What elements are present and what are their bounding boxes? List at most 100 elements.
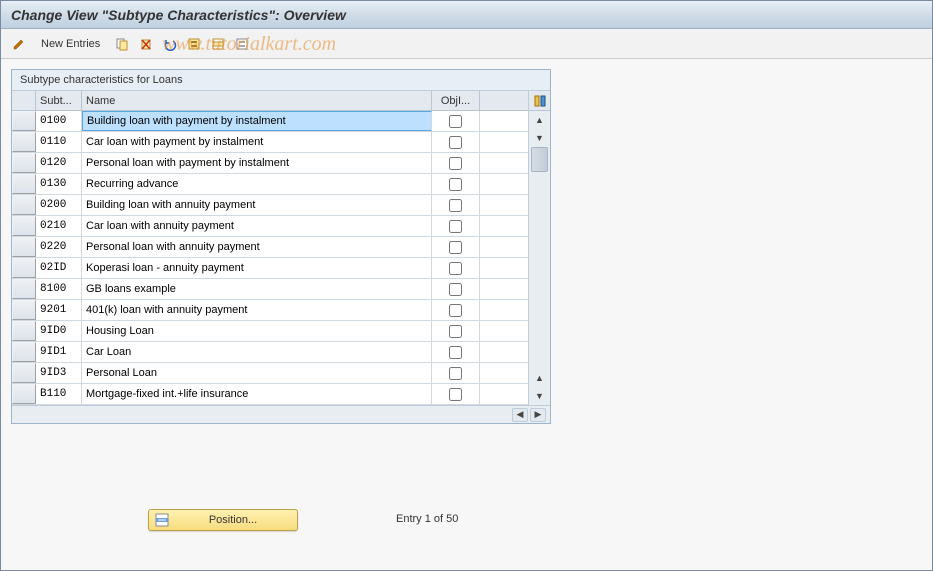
cell-name[interactable]: Personal loan with payment by instalment xyxy=(82,153,432,173)
row-handle[interactable] xyxy=(12,195,36,215)
obj-checkbox[interactable] xyxy=(449,346,462,359)
table-row[interactable]: 9201401(k) loan with annuity payment xyxy=(12,300,528,321)
scroll-down-icon[interactable]: ▼ xyxy=(529,387,550,405)
col-obj[interactable]: ObjI... xyxy=(432,91,480,110)
table-row[interactable]: 0200Building loan with annuity payment xyxy=(12,195,528,216)
cell-subtype[interactable]: 9ID3 xyxy=(36,363,82,383)
table-row[interactable]: 0120Personal loan with payment by instal… xyxy=(12,153,528,174)
table-row[interactable]: 02IDKoperasi loan - annuity payment xyxy=(12,258,528,279)
cell-obj[interactable] xyxy=(432,132,480,152)
cell-obj[interactable] xyxy=(432,342,480,362)
obj-checkbox[interactable] xyxy=(449,367,462,380)
cell-subtype[interactable]: 0100 xyxy=(36,111,82,131)
obj-checkbox[interactable] xyxy=(449,325,462,338)
row-handle[interactable] xyxy=(12,153,36,173)
col-row-handle[interactable] xyxy=(12,91,36,110)
cell-name[interactable]: Mortgage-fixed int.+life insurance xyxy=(82,384,432,404)
select-block-icon[interactable] xyxy=(208,34,228,54)
cell-name[interactable]: Recurring advance xyxy=(82,174,432,194)
cell-subtype[interactable]: 0110 xyxy=(36,132,82,152)
cell-subtype[interactable]: 0210 xyxy=(36,216,82,236)
row-handle[interactable] xyxy=(12,237,36,257)
obj-checkbox[interactable] xyxy=(449,115,462,128)
cell-subtype[interactable]: 8100 xyxy=(36,279,82,299)
horizontal-scrollbar[interactable]: ◀ ▶ xyxy=(12,405,550,423)
row-handle[interactable] xyxy=(12,384,36,404)
cell-subtype[interactable]: 0130 xyxy=(36,174,82,194)
copy-icon[interactable] xyxy=(112,34,132,54)
cell-obj[interactable] xyxy=(432,237,480,257)
cell-subtype[interactable]: 9ID0 xyxy=(36,321,82,341)
cell-obj[interactable] xyxy=(432,258,480,278)
cell-subtype[interactable]: 0220 xyxy=(36,237,82,257)
table-row[interactable]: 0110Car loan with payment by instalment xyxy=(12,132,528,153)
obj-checkbox[interactable] xyxy=(449,283,462,296)
col-subtype[interactable]: Subt... xyxy=(36,91,82,110)
col-name[interactable]: Name xyxy=(82,91,432,110)
scroll-track[interactable] xyxy=(529,147,550,369)
cell-subtype[interactable]: 9ID1 xyxy=(36,342,82,362)
row-handle[interactable] xyxy=(12,132,36,152)
cell-obj[interactable] xyxy=(432,300,480,320)
table-row[interactable]: 0130Recurring advance xyxy=(12,174,528,195)
table-row[interactable]: 9ID3Personal Loan xyxy=(12,363,528,384)
row-handle[interactable] xyxy=(12,258,36,278)
cell-obj[interactable] xyxy=(432,195,480,215)
deselect-all-icon[interactable] xyxy=(232,34,252,54)
obj-checkbox[interactable] xyxy=(449,262,462,275)
row-handle[interactable] xyxy=(12,216,36,236)
cell-name[interactable]: Personal loan with annuity payment xyxy=(82,237,432,257)
table-row[interactable]: 9ID1Car Loan xyxy=(12,342,528,363)
scroll-up-step-icon[interactable]: ▲ xyxy=(529,369,550,387)
cell-obj[interactable] xyxy=(432,216,480,236)
table-row[interactable]: B110Mortgage-fixed int.+life insurance xyxy=(12,384,528,405)
table-row[interactable]: 8100GB loans example xyxy=(12,279,528,300)
scroll-right-icon[interactable]: ▶ xyxy=(530,408,546,422)
row-handle[interactable] xyxy=(12,342,36,362)
cell-name[interactable]: Koperasi loan - annuity payment xyxy=(82,258,432,278)
cell-name[interactable]: 401(k) loan with annuity payment xyxy=(82,300,432,320)
position-button[interactable]: Position... xyxy=(148,509,298,531)
cell-obj[interactable] xyxy=(432,321,480,341)
edit-icon[interactable] xyxy=(9,34,29,54)
new-entries-button[interactable]: New Entries xyxy=(33,34,108,54)
row-handle[interactable] xyxy=(12,321,36,341)
row-handle[interactable] xyxy=(12,279,36,299)
cell-name[interactable]: GB loans example xyxy=(82,279,432,299)
cell-obj[interactable] xyxy=(432,174,480,194)
cell-subtype[interactable]: 0120 xyxy=(36,153,82,173)
cell-name[interactable]: Personal Loan xyxy=(82,363,432,383)
cell-name[interactable]: Car Loan xyxy=(82,342,432,362)
obj-checkbox[interactable] xyxy=(449,157,462,170)
cell-name[interactable]: Car loan with payment by instalment xyxy=(82,132,432,152)
row-handle[interactable] xyxy=(12,111,36,131)
select-all-icon[interactable] xyxy=(184,34,204,54)
obj-checkbox[interactable] xyxy=(449,304,462,317)
table-row[interactable]: 0210Car loan with annuity payment xyxy=(12,216,528,237)
cell-obj[interactable] xyxy=(432,363,480,383)
scroll-down-step-icon[interactable]: ▼ xyxy=(529,129,550,147)
obj-checkbox[interactable] xyxy=(449,220,462,233)
scroll-thumb[interactable] xyxy=(531,147,548,172)
cell-subtype[interactable]: 0200 xyxy=(36,195,82,215)
row-handle[interactable] xyxy=(12,300,36,320)
row-handle[interactable] xyxy=(12,363,36,383)
cell-name[interactable]: Building loan with annuity payment xyxy=(82,195,432,215)
obj-checkbox[interactable] xyxy=(449,241,462,254)
cell-obj[interactable] xyxy=(432,153,480,173)
table-row[interactable]: 0220Personal loan with annuity payment xyxy=(12,237,528,258)
cell-name[interactable]: Car loan with annuity payment xyxy=(82,216,432,236)
table-row[interactable]: 9ID0Housing Loan xyxy=(12,321,528,342)
undo-icon[interactable] xyxy=(160,34,180,54)
scroll-up-icon[interactable]: ▲ xyxy=(529,111,550,129)
cell-name[interactable]: Building loan with payment by instalment xyxy=(82,111,432,131)
obj-checkbox[interactable] xyxy=(449,178,462,191)
row-handle[interactable] xyxy=(12,174,36,194)
obj-checkbox[interactable] xyxy=(449,199,462,212)
vertical-scrollbar[interactable]: ▲ ▼ ▲ ▼ xyxy=(528,91,550,405)
obj-checkbox[interactable] xyxy=(449,388,462,401)
table-row[interactable]: 0100Building loan with payment by instal… xyxy=(12,111,528,132)
table-settings-icon[interactable] xyxy=(529,91,550,111)
scroll-left-icon[interactable]: ◀ xyxy=(512,408,528,422)
cell-subtype[interactable]: 02ID xyxy=(36,258,82,278)
